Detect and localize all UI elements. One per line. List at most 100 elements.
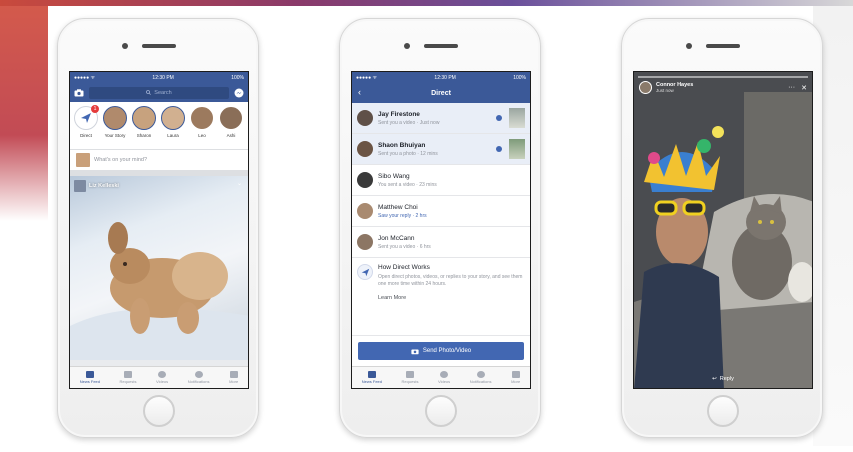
- tab-notifications[interactable]: Notifications: [188, 371, 210, 384]
- tab-label: News Feed: [79, 379, 100, 384]
- messenger-icon[interactable]: [234, 88, 244, 98]
- menu-icon: [229, 371, 238, 378]
- message-list: Jay Firestone Sent you a video · Just now…: [352, 103, 530, 258]
- avatar: [103, 106, 127, 130]
- message-status: Sent you a video · 6 hrs: [378, 243, 431, 250]
- status-time: 12:30 PM: [152, 74, 174, 81]
- tab-more[interactable]: More: [511, 371, 520, 384]
- phone-news-feed: ●●●●● ᯤ 12:30 PM 100% Search 1 Direct Yo: [57, 18, 259, 438]
- story-photo: [634, 72, 812, 388]
- menu-icon: [511, 371, 520, 378]
- story-ashi[interactable]: Ashi: [218, 106, 244, 138]
- send-arrow-icon: [81, 113, 91, 123]
- tab-notifications[interactable]: Notifications: [470, 371, 492, 384]
- message-status: You sent a video · 23 mins: [378, 181, 437, 188]
- unread-dot: [496, 115, 502, 121]
- phone-direct: ●●●●● ᯤ 12:30 PM 100% ‹ Direct Jay Fires…: [339, 18, 541, 438]
- tab-news-feed[interactable]: News Feed: [80, 371, 100, 384]
- tab-requests[interactable]: Requests: [119, 371, 137, 384]
- status-time: 12:30 PM: [434, 74, 456, 81]
- list-item[interactable]: Jon McCann Sent you a video · 6 hrs: [352, 227, 530, 258]
- dog-photo: [70, 222, 248, 360]
- story-label: Ashi: [226, 133, 236, 138]
- story-header: Connor Hayes Just now: [639, 81, 693, 94]
- message-status: Sent you a video · Just now: [378, 119, 440, 126]
- story-progress-bar: [638, 76, 808, 78]
- stories-tray: 1 Direct Your Story Sharon Laura Leo Ash…: [70, 102, 248, 150]
- story-direct[interactable]: 1 Direct: [73, 105, 99, 138]
- avatar: [357, 172, 373, 188]
- tab-label: Videos: [156, 379, 169, 384]
- screen-story: Connor Hayes Just now ··· ✕ ↩ Reply: [633, 71, 813, 389]
- post-header: Liz Kelleski: [74, 180, 119, 192]
- home-button[interactable]: [143, 395, 175, 427]
- reply-arrow-icon: ↩: [712, 376, 717, 382]
- avatar: [357, 110, 373, 126]
- reply-label: Reply: [719, 376, 734, 382]
- contact-name: Jon McCann: [378, 234, 415, 242]
- list-item[interactable]: Shaon Bhuiyan Sent you a photo · 12 mins: [352, 134, 530, 165]
- feed-post[interactable]: Liz Kelleski ⌄: [70, 176, 248, 360]
- home-button[interactable]: [425, 395, 457, 427]
- speaker-grille: [142, 44, 176, 48]
- friends-icon: [406, 371, 414, 378]
- battery-indicator: 100%: [231, 74, 244, 81]
- story-label: Laura: [167, 133, 179, 138]
- home-button[interactable]: [707, 395, 739, 427]
- tab-label: News Feed: [361, 379, 382, 384]
- list-item[interactable]: Matthew Choi Saw your reply · 2 hrs: [352, 196, 530, 227]
- status-composer[interactable]: What's on your mind?: [70, 150, 248, 176]
- avatar: [357, 203, 373, 219]
- avatar: [76, 153, 90, 167]
- send-photo-video-button[interactable]: Send Photo/Video: [358, 342, 524, 360]
- send-arrow-icon: [357, 264, 373, 280]
- avatar: [161, 106, 185, 130]
- speaker-grille: [706, 44, 740, 48]
- nav-bar: ‹ Direct: [352, 83, 530, 103]
- camera-icon: [411, 349, 419, 354]
- post-author[interactable]: Liz Kelleski: [89, 183, 119, 189]
- tab-label: More: [229, 379, 239, 384]
- background-stripe: [0, 0, 853, 6]
- contact-name: Matthew Choi: [378, 203, 418, 211]
- more-icon[interactable]: ···: [788, 84, 795, 92]
- tab-news-feed[interactable]: News Feed: [362, 371, 382, 384]
- search-input[interactable]: Search: [89, 86, 229, 99]
- story-leo[interactable]: Leo: [189, 106, 215, 138]
- message-status: Saw your reply · 2 hrs: [378, 212, 427, 219]
- story-laura[interactable]: Laura: [160, 106, 186, 138]
- back-arrow-icon[interactable]: ‹: [358, 87, 361, 97]
- contact-name: Shaon Bhuiyan: [378, 141, 426, 149]
- list-item[interactable]: Jay Firestone Sent you a video · Just now: [352, 103, 530, 134]
- story-sharon[interactable]: Sharon: [131, 106, 157, 138]
- tab-label: Notifications: [469, 379, 492, 384]
- send-bar: Send Photo/Video: [352, 335, 530, 366]
- story-your-story[interactable]: Your Story: [102, 106, 128, 138]
- top-bar: Search: [70, 83, 248, 102]
- tab-videos[interactable]: Videos: [156, 371, 168, 384]
- story-label: Sharon: [136, 133, 152, 138]
- tab-more[interactable]: More: [229, 371, 238, 384]
- composer-placeholder: What's on your mind?: [94, 157, 148, 163]
- avatar: [132, 106, 156, 130]
- front-camera: [122, 43, 128, 49]
- play-icon: [440, 371, 449, 378]
- close-icon[interactable]: ✕: [801, 84, 807, 92]
- status-bar: ●●●●● ᯤ 12:30 PM 100%: [352, 72, 530, 83]
- chevron-down-icon[interactable]: ⌄: [237, 180, 242, 187]
- tab-label: Requests: [119, 379, 137, 384]
- info-title: How Direct Works: [378, 264, 430, 271]
- signal-indicator: ●●●●● ᯤ: [74, 74, 96, 81]
- tab-label: More: [511, 379, 521, 384]
- tab-videos[interactable]: Videos: [438, 371, 450, 384]
- screen-direct: ●●●●● ᯤ 12:30 PM 100% ‹ Direct Jay Fires…: [351, 71, 531, 389]
- avatar: [190, 106, 214, 130]
- globe-icon: [194, 371, 203, 378]
- reply-button[interactable]: ↩ Reply: [634, 376, 812, 382]
- list-item[interactable]: Sibo Wang You sent a video · 23 mins: [352, 165, 530, 196]
- tab-requests[interactable]: Requests: [402, 371, 418, 384]
- camera-icon[interactable]: [74, 88, 84, 97]
- learn-more-link[interactable]: Learn More: [378, 295, 525, 301]
- front-camera: [686, 43, 692, 49]
- story-label: Direct: [80, 133, 92, 138]
